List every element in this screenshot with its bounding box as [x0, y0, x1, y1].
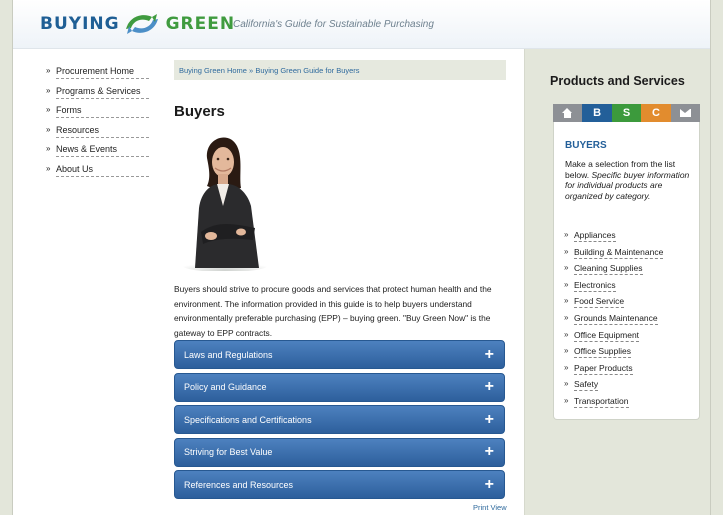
category-item-building-maintenance[interactable]: » Building & Maintenance — [564, 245, 692, 262]
category-label: Appliances — [574, 230, 616, 242]
buyers-panel-title: BUYERS — [565, 140, 607, 151]
category-label: Transportation — [574, 395, 629, 408]
chevron-right-icon: » — [46, 124, 51, 134]
chevron-right-icon: » — [564, 395, 569, 405]
recycle-leaf-logo-icon — [125, 14, 158, 34]
accordion-references-resources[interactable]: References and Resources + — [174, 470, 505, 499]
accordion-policy-guidance[interactable]: Policy and Guidance + — [174, 372, 505, 402]
category-item-transportation[interactable]: » Transportation — [564, 394, 692, 411]
accordion-label: Policy and Guidance — [184, 382, 267, 392]
chevron-right-icon: » — [564, 362, 569, 372]
category-item-grounds-maintenance[interactable]: » Grounds Maintenance — [564, 311, 692, 328]
chevron-right-icon: » — [46, 144, 51, 153]
breadcrumb-current-link[interactable]: Buying Green Guide for Buyers — [255, 66, 359, 75]
nav-item-programs-services[interactable]: » Programs & Services — [46, 86, 149, 106]
accordion-label: Striving for Best Value — [184, 447, 273, 457]
logo-word-green: GREEN — [165, 14, 236, 34]
nav-item-label: Procurement Home — [56, 66, 149, 79]
chevron-right-icon: » — [564, 230, 569, 239]
category-label: Electronics — [574, 279, 616, 292]
accordion-label: Specifications and Certifications — [184, 414, 312, 425]
accordion-laws-regulations[interactable]: Laws and Regulations + — [174, 340, 505, 369]
tab-contact[interactable] — [670, 104, 701, 122]
category-list: » Appliances » Building & Maintenance » … — [564, 228, 692, 411]
nav-item-label: Programs & Services — [56, 86, 149, 99]
tab-consumers[interactable]: C — [641, 104, 671, 122]
category-item-office-supplies[interactable]: » Office Supplies — [564, 344, 692, 361]
nav-item-label: Forms — [56, 105, 149, 118]
nav-item-news-events[interactable]: » News & Events — [46, 144, 149, 164]
nav-item-label: Resources — [56, 125, 149, 138]
accordion-label: Laws and Regulations — [184, 349, 273, 360]
category-item-cleaning-supplies[interactable]: » Cleaning Supplies — [564, 261, 692, 278]
category-item-safety[interactable]: » Safety — [564, 377, 692, 394]
category-item-office-equipment[interactable]: » Office Equipment — [564, 328, 692, 345]
category-label: Grounds Maintenance — [574, 312, 658, 325]
site-header: BUYING GREEN California's Guide for Sust… — [13, 0, 710, 49]
site-logo[interactable]: BUYING GREEN — [40, 11, 235, 37]
chevron-right-icon: » — [564, 379, 569, 389]
category-item-food-service[interactable]: » Food Service — [564, 294, 692, 311]
category-item-electronics[interactable]: » Electronics — [564, 278, 692, 295]
nav-item-resources[interactable]: » Resources — [46, 125, 149, 145]
nav-item-procurement-home[interactable]: » Procurement Home — [46, 66, 149, 86]
buyers-panel-text: Make a selection from the list below. Sp… — [565, 159, 693, 201]
left-navigation: » Procurement Home » Programs & Services… — [46, 66, 149, 183]
chevron-right-icon: » — [564, 346, 569, 356]
chevron-right-icon: » — [46, 85, 51, 95]
accordion-label: References and Resources — [184, 479, 294, 490]
breadcrumb-separator: » — [249, 66, 254, 75]
accordion-specifications-certifications[interactable]: Specifications and Certifications + — [174, 405, 505, 434]
chevron-right-icon: » — [46, 105, 51, 114]
chevron-right-icon: » — [564, 296, 569, 306]
logo-word-buying: BUYING — [40, 14, 120, 34]
category-label: Office Equipment — [574, 329, 640, 342]
chevron-right-icon: » — [564, 246, 569, 256]
chevron-right-icon: » — [564, 279, 569, 289]
nav-item-label: News & Events — [56, 144, 149, 157]
print-view-link[interactable]: Print View — [473, 503, 507, 512]
site-tagline: California's Guide for Sustainable Purch… — [233, 19, 434, 30]
chevron-right-icon: » — [46, 66, 51, 75]
expand-plus-icon[interactable]: + — [485, 379, 494, 395]
guide-accordion: Laws and Regulations + Policy and Guidan… — [174, 340, 505, 503]
accordion-striving-best-value[interactable]: Striving for Best Value + — [174, 437, 505, 467]
nav-item-forms[interactable]: » Forms — [46, 105, 149, 125]
tab-home[interactable] — [553, 104, 583, 122]
home-icon — [562, 108, 573, 118]
page-title: Buyers — [174, 103, 225, 120]
category-label: Paper Products — [574, 362, 633, 375]
buyers-panel: BUYERS Make a selection from the list be… — [553, 122, 700, 420]
category-item-appliances[interactable]: » Appliances — [564, 228, 692, 245]
buyer-portrait-image — [177, 128, 272, 271]
category-label: Building & Maintenance — [574, 246, 664, 259]
breadcrumb-home-link[interactable]: Buying Green Home — [179, 66, 247, 75]
category-label: Safety — [574, 379, 599, 392]
products-services-sidebar: Products and Services B S C BUYERS Make … — [524, 49, 710, 515]
intro-paragraph: Buyers should strive to procure goods an… — [174, 284, 492, 338]
chevron-right-icon: » — [46, 163, 51, 173]
sidebar-tabs: B S C — [553, 104, 701, 129]
expand-plus-icon[interactable]: + — [485, 476, 494, 493]
chevron-right-icon: » — [564, 263, 569, 273]
expand-plus-icon[interactable]: + — [485, 346, 494, 363]
expand-plus-icon[interactable]: + — [485, 444, 494, 460]
chevron-right-icon: » — [564, 312, 569, 322]
sidebar-title: Products and Services — [550, 74, 685, 88]
page-frame: BUYING GREEN California's Guide for Sust… — [12, 0, 711, 515]
category-label: Cleaning Supplies — [574, 263, 643, 276]
breadcrumb: Buying Green Home » Buying Green Guide f… — [174, 60, 506, 80]
tab-suppliers[interactable]: S — [611, 104, 642, 122]
nav-item-about-us[interactable]: » About Us — [46, 164, 149, 184]
tab-buyers[interactable]: B — [582, 104, 612, 129]
chevron-right-icon: » — [564, 329, 569, 339]
category-label: Food Service — [574, 296, 625, 309]
nav-item-label: About Us — [56, 164, 149, 177]
category-item-paper-products[interactable]: » Paper Products — [564, 361, 692, 378]
expand-plus-icon[interactable]: + — [485, 411, 494, 428]
category-label: Office Supplies — [574, 346, 632, 359]
mail-icon — [679, 109, 691, 117]
